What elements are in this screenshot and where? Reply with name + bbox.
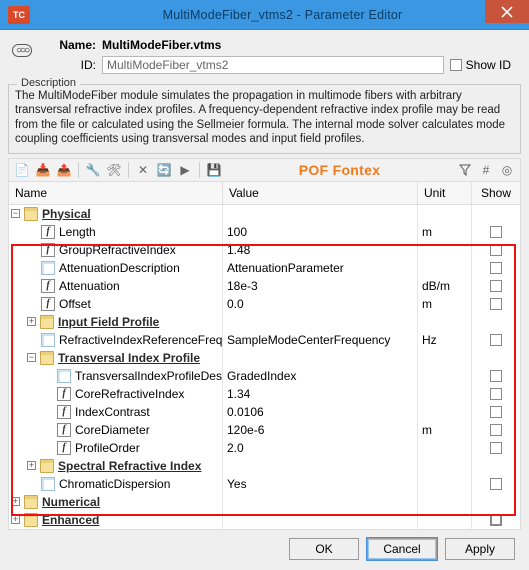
tool-delete-icon[interactable]: ✕: [134, 161, 152, 179]
enum-icon: [41, 477, 55, 491]
expand-icon[interactable]: +: [27, 317, 36, 326]
param-attenuation[interactable]: fAttenuation 18e-3 dB/m: [9, 277, 520, 295]
param-chromatic-dispersion[interactable]: ChromaticDispersion Yes: [9, 475, 520, 493]
folder-transversal-index-profile[interactable]: −Transversal Index Profile: [9, 349, 520, 367]
folder-spectral-refractive-index[interactable]: +Spectral Refractive Index: [9, 457, 520, 475]
tool-hammer-icon[interactable]: 🛠: [105, 161, 123, 179]
grid-header: Name Value Unit Show: [8, 182, 521, 205]
parameter-grid: −Physical fLength 100 m fGroupRefractive…: [8, 205, 521, 530]
expand-icon[interactable]: +: [11, 515, 20, 524]
show-checkbox[interactable]: [490, 334, 502, 346]
show-checkbox-tristate[interactable]: [490, 514, 502, 526]
folder-numerical[interactable]: +Numerical: [9, 493, 520, 511]
param-core-diameter[interactable]: fCoreDiameter 120e-6 m: [9, 421, 520, 439]
show-checkbox[interactable]: [490, 262, 502, 274]
param-core-refractive-index[interactable]: fCoreRefractiveIndex 1.34: [9, 385, 520, 403]
tool-run-icon[interactable]: ▶: [176, 161, 194, 179]
param-transversal-index-profile-desc[interactable]: TransversalIndexProfileDesc GradedIndex: [9, 367, 520, 385]
tool-save-icon[interactable]: 💾: [205, 161, 223, 179]
ok-button[interactable]: OK: [289, 538, 359, 560]
folder-icon: [24, 207, 38, 221]
tool-load-icon[interactable]: 📄: [13, 161, 31, 179]
folder-icon: [40, 315, 54, 329]
param-group-refractive-index[interactable]: fGroupRefractiveIndex 1.48: [9, 241, 520, 259]
show-checkbox[interactable]: [490, 478, 502, 490]
show-checkbox[interactable]: [490, 424, 502, 436]
tool-wrench-icon[interactable]: 🔧: [84, 161, 102, 179]
name-label: Name:: [54, 38, 96, 52]
app-icon: TC: [8, 6, 30, 24]
enum-icon: [41, 261, 55, 275]
close-button[interactable]: [485, 0, 529, 23]
folder-physical[interactable]: −Physical: [9, 205, 520, 223]
overlay-label: POF Fontex: [226, 162, 453, 178]
show-checkbox[interactable]: [490, 244, 502, 256]
param-profile-order[interactable]: fProfileOrder 2.0: [9, 439, 520, 457]
description-text: The MultiModeFiber module simulates the …: [15, 89, 514, 147]
title-bar: TC MultiModeFiber_vtms2 - Parameter Edit…: [0, 0, 529, 30]
toolbar: 📄 📥 📤 🔧 🛠 ✕ 🔄 ▶ 💾 POF Fontex # ◎: [8, 158, 521, 182]
header-area: ○○○ Name: MultiModeFiber.vtms ID: Show I…: [8, 34, 521, 84]
folder-enhanced[interactable]: +Enhanced: [9, 511, 520, 529]
show-checkbox[interactable]: [490, 406, 502, 418]
show-checkbox[interactable]: [490, 226, 502, 238]
window-title: MultiModeFiber_vtms2 - Parameter Editor: [36, 8, 529, 22]
tool-import-icon[interactable]: 📥: [34, 161, 52, 179]
show-checkbox[interactable]: [490, 442, 502, 454]
enum-icon: [57, 369, 71, 383]
scalar-icon: f: [41, 279, 55, 293]
tool-grid-icon[interactable]: #: [477, 161, 495, 179]
folder-icon: [40, 351, 54, 365]
id-field[interactable]: [102, 56, 444, 74]
param-offset[interactable]: fOffset 0.0 m: [9, 295, 520, 313]
col-show[interactable]: Show: [472, 182, 520, 204]
show-id-label: Show ID: [466, 58, 511, 72]
scalar-icon: f: [57, 387, 71, 401]
enum-icon: [41, 333, 55, 347]
expand-icon[interactable]: +: [11, 497, 20, 506]
col-name[interactable]: Name: [9, 182, 223, 204]
folder-input-field-profile[interactable]: +Input Field Profile: [9, 313, 520, 331]
expand-icon[interactable]: +: [27, 461, 36, 470]
apply-button[interactable]: Apply: [445, 538, 515, 560]
param-refractive-index-ref-freq[interactable]: RefractiveIndexReferenceFreq SampleModeC…: [9, 331, 520, 349]
module-icon: ○○○: [12, 38, 46, 78]
button-bar: OK Cancel Apply: [8, 530, 521, 564]
id-label: ID:: [54, 58, 96, 72]
description-legend: Description: [17, 77, 80, 89]
show-checkbox[interactable]: [490, 280, 502, 292]
param-index-contrast[interactable]: fIndexContrast 0.0106: [9, 403, 520, 421]
show-checkbox[interactable]: [490, 370, 502, 382]
folder-icon: [24, 495, 38, 509]
tool-target-icon[interactable]: ◎: [498, 161, 516, 179]
tool-refresh-icon[interactable]: 🔄: [155, 161, 173, 179]
folder-icon: [24, 513, 38, 527]
cancel-button[interactable]: Cancel: [367, 538, 437, 560]
description-group: Description The MultiModeFiber module si…: [8, 84, 521, 154]
scalar-icon: f: [57, 405, 71, 419]
col-value[interactable]: Value: [223, 182, 418, 204]
param-length[interactable]: fLength 100 m: [9, 223, 520, 241]
param-attenuation-description[interactable]: AttenuationDescription AttenuationParame…: [9, 259, 520, 277]
name-value: MultiModeFiber.vtms: [102, 38, 517, 52]
scalar-icon: f: [57, 441, 71, 455]
collapse-icon[interactable]: −: [11, 209, 20, 218]
scalar-icon: f: [41, 243, 55, 257]
close-icon: [501, 6, 513, 18]
tool-filter-icon[interactable]: [456, 161, 474, 179]
collapse-icon[interactable]: −: [27, 353, 36, 362]
col-unit[interactable]: Unit: [418, 182, 472, 204]
scalar-icon: f: [41, 225, 55, 239]
scalar-icon: f: [57, 423, 71, 437]
show-checkbox[interactable]: [490, 388, 502, 400]
folder-icon: [40, 459, 54, 473]
scalar-icon: f: [41, 297, 55, 311]
tool-export-icon[interactable]: 📤: [55, 161, 73, 179]
show-id-toggle[interactable]: Show ID: [450, 58, 517, 72]
checkbox-icon: [450, 59, 462, 71]
show-checkbox[interactable]: [490, 298, 502, 310]
